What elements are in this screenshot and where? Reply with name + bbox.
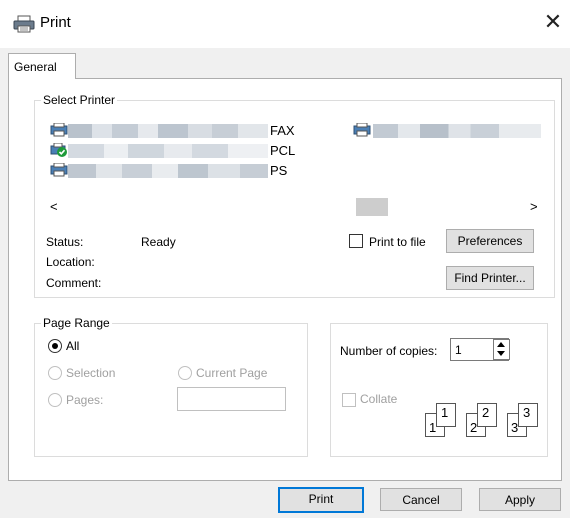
print-to-file-label[interactable]: Print to file: [369, 235, 426, 249]
location-label: Location:: [46, 255, 95, 269]
printer-name-redacted: [373, 124, 541, 138]
title-bar: [0, 0, 570, 48]
tab-general-label: General: [14, 60, 57, 74]
printer-suffix[interactable]: PS: [270, 163, 287, 178]
close-icon[interactable]: ✕: [542, 11, 564, 33]
scroll-thumb[interactable]: [356, 198, 388, 216]
scroll-right-icon[interactable]: >: [530, 199, 538, 214]
current-page-label[interactable]: Current Page: [196, 366, 267, 380]
printer-list-scrollbar[interactable]: [45, 197, 542, 217]
copies-label: Number of copies:: [340, 344, 438, 358]
selection-radio[interactable]: [48, 366, 62, 380]
printer-icon: [50, 163, 68, 177]
pages-label[interactable]: Pages:: [66, 393, 103, 407]
network-printer-icon: [353, 123, 371, 137]
page-range-legend: Page Range: [41, 316, 112, 330]
spinner-up-icon[interactable]: [497, 342, 505, 347]
tab-general[interactable]: General: [8, 53, 76, 79]
copies-value: 1: [455, 343, 462, 357]
collate-page-icon: 1: [436, 403, 456, 427]
pages-radio[interactable]: [48, 393, 62, 407]
cancel-button[interactable]: Cancel: [380, 488, 462, 511]
printer-name-redacted: [68, 164, 268, 178]
print-button[interactable]: Print: [278, 487, 364, 513]
current-page-radio[interactable]: [178, 366, 192, 380]
status-value: Ready: [141, 235, 176, 249]
fax-printer-icon: [50, 123, 68, 137]
printer-name-redacted: [68, 144, 268, 158]
preferences-button[interactable]: Preferences: [446, 229, 534, 253]
collate-page-icon: 3: [518, 403, 538, 427]
default-printer-icon: [50, 143, 67, 157]
window-title: Print: [40, 14, 71, 31]
collate-checkbox[interactable]: [342, 393, 356, 407]
all-label[interactable]: All: [66, 339, 79, 353]
select-printer-legend: Select Printer: [41, 93, 118, 107]
collate-page-icon: 2: [477, 403, 497, 427]
printer-icon: [13, 15, 35, 33]
selection-label[interactable]: Selection: [66, 366, 115, 380]
printer-suffix[interactable]: FAX: [270, 123, 295, 138]
printer-suffix[interactable]: PCL: [270, 143, 295, 158]
status-label: Status:: [46, 235, 84, 249]
copies-spinner[interactable]: [493, 339, 510, 360]
spinner-down-icon[interactable]: [497, 351, 505, 356]
pages-input[interactable]: [177, 387, 286, 411]
collate-label[interactable]: Collate: [360, 392, 397, 406]
find-printer-button[interactable]: Find Printer...: [446, 266, 534, 290]
all-radio-dot: [52, 343, 58, 349]
apply-button[interactable]: Apply: [479, 488, 561, 511]
comment-label: Comment:: [46, 276, 102, 290]
print-to-file-checkbox[interactable]: [349, 234, 363, 248]
printer-name-redacted: [68, 124, 268, 138]
scroll-left-icon[interactable]: <: [50, 199, 58, 214]
